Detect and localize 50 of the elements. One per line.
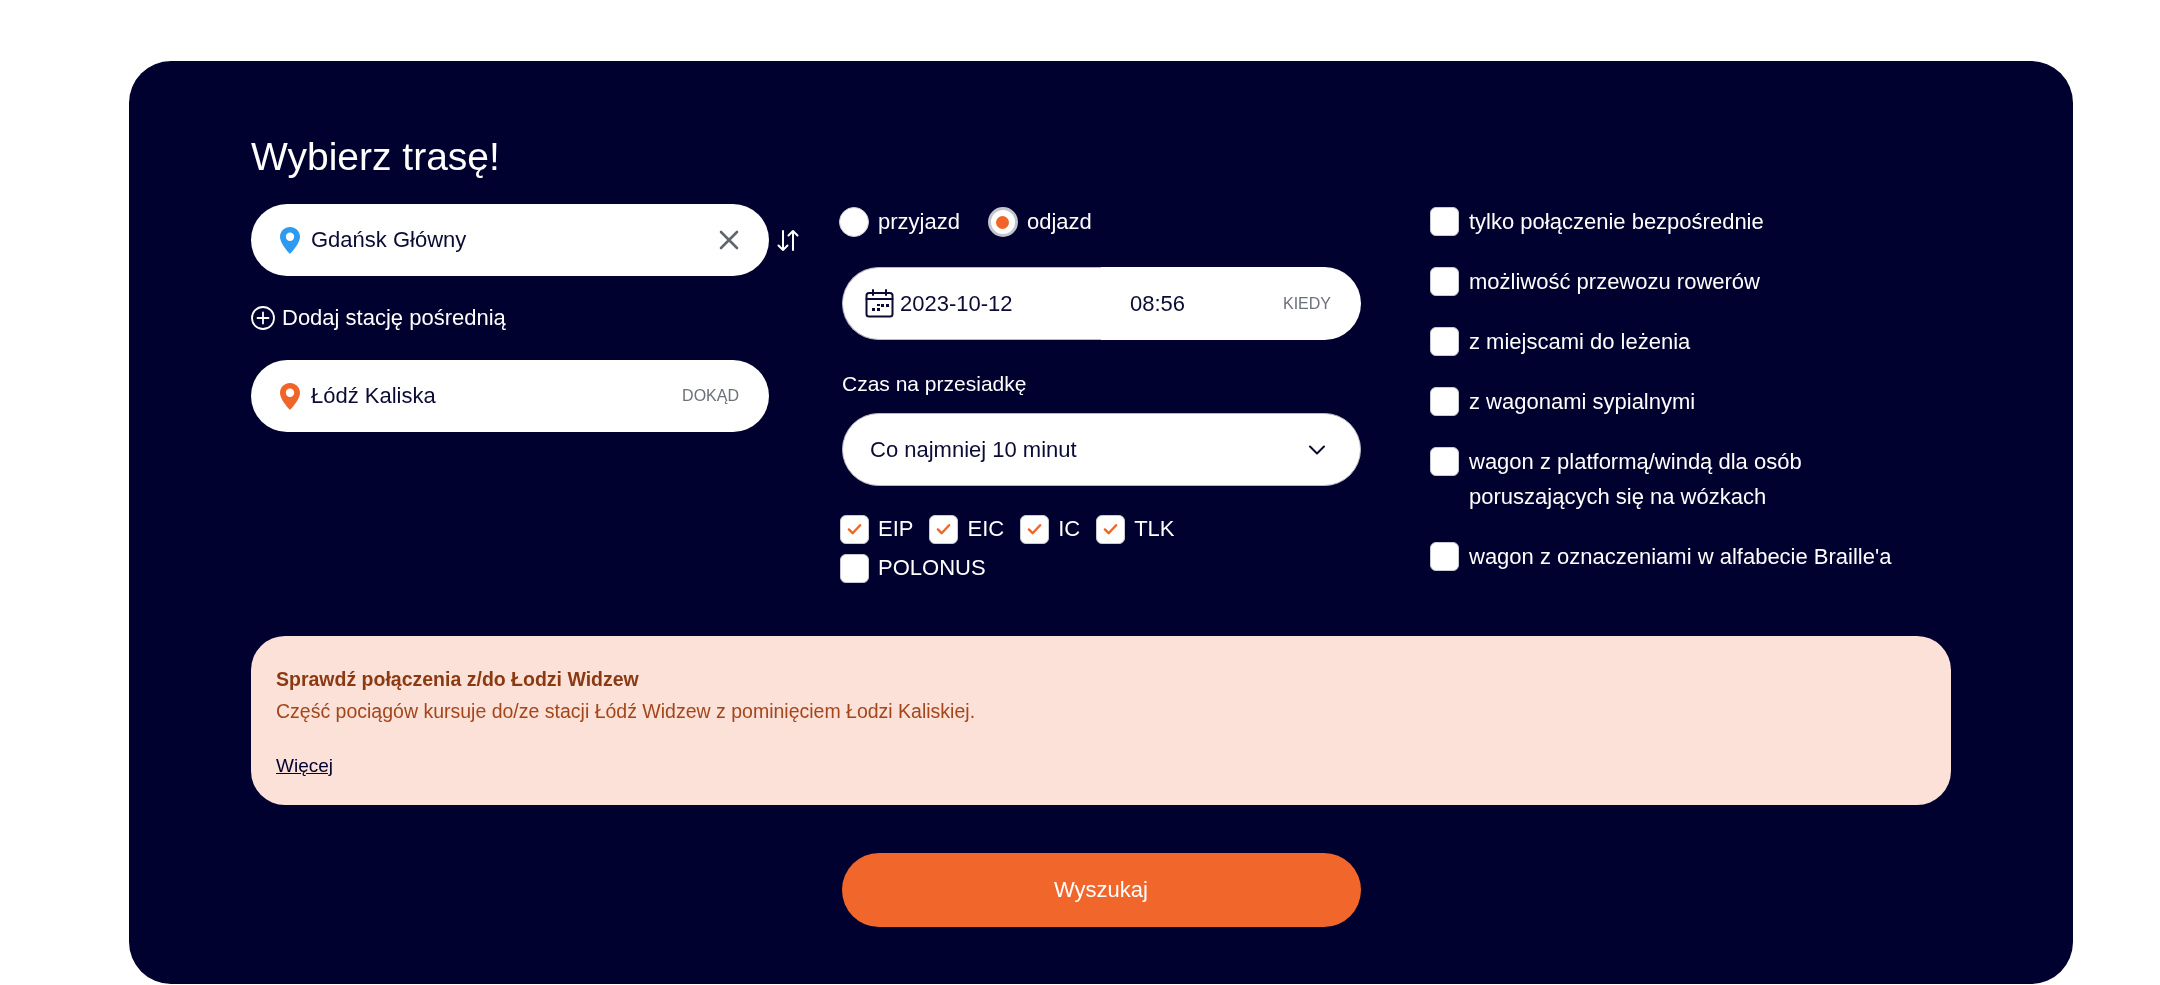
to-station-field[interactable]: Łódź Kaliska DOKĄD xyxy=(251,360,769,432)
checkbox-label: wagon z oznaczeniami w alfabecie Braille'a xyxy=(1469,543,1892,571)
location-pin-icon xyxy=(280,382,300,410)
close-icon[interactable] xyxy=(719,230,739,250)
swap-arrows-icon[interactable] xyxy=(776,227,800,253)
field-label: DOKĄD xyxy=(682,387,739,405)
notice-text: Część pociągów kursuje do/ze stacji Łódź Widzew z pominięciem Łodzi Kaliskiej. xyxy=(276,699,976,724)
checkbox[interactable] xyxy=(929,514,959,544)
checkbox-label: EIP xyxy=(878,516,914,542)
chevron-down-icon xyxy=(1309,444,1325,455)
checkbox[interactable] xyxy=(840,514,869,544)
checkbox-label: tylko połączenie bezpośrednie xyxy=(1469,208,1764,236)
checkbox-label: POLONUS xyxy=(878,555,986,581)
more-link[interactable]: Więcej xyxy=(276,753,333,779)
checkbox[interactable] xyxy=(1020,514,1050,544)
checkbox-label: możliwość przewozu rowerów xyxy=(1469,268,1760,296)
add-stop-button[interactable]: Dodaj stację pośrednią xyxy=(251,303,506,333)
from-station-field[interactable]: Gdańsk Główny xyxy=(251,204,769,276)
radio-button[interactable] xyxy=(839,207,869,237)
page-title: Wybierz trasę! xyxy=(251,134,500,180)
checkbox-label: EIC xyxy=(967,516,1005,542)
checkmark-icon xyxy=(847,523,862,535)
checkbox-label: IC xyxy=(1058,516,1081,542)
date-field[interactable]: 2023-10-12 xyxy=(842,267,1101,340)
radio-label: odjazd xyxy=(1026,209,1092,235)
checkbox-label: z wagonami sypialnymi xyxy=(1469,388,1696,416)
radio-button[interactable] xyxy=(987,207,1018,237)
radio-label: przyjazd xyxy=(878,209,960,235)
time-field[interactable]: 08:56 KIEDY xyxy=(1101,267,1361,340)
checkbox[interactable] xyxy=(1430,387,1459,416)
transfer-time-select[interactable]: Co najmniej 10 minut xyxy=(842,413,1361,486)
plus-circle-icon xyxy=(251,306,275,330)
checkmark-icon xyxy=(936,523,952,535)
field-label: KIEDY xyxy=(1283,294,1331,313)
checkmark-icon xyxy=(1027,523,1043,535)
checkbox[interactable] xyxy=(1430,207,1459,236)
checkbox[interactable] xyxy=(840,553,869,583)
checkbox[interactable] xyxy=(1096,514,1126,544)
checkbox[interactable] xyxy=(1430,447,1459,476)
notice-title: Sprawdź połączenia z/do Łodzi Widzew xyxy=(276,667,639,692)
checkbox-label: z miejscami do leżenia xyxy=(1469,328,1691,356)
checkbox[interactable] xyxy=(1430,327,1459,356)
transfer-time-label: Czas na przesiadkę xyxy=(842,371,1027,397)
checkbox[interactable] xyxy=(1430,542,1459,571)
checkbox-label: TLK xyxy=(1134,516,1175,542)
calendar-icon xyxy=(865,289,894,318)
checkmark-icon xyxy=(1103,523,1119,535)
checkbox[interactable] xyxy=(1430,267,1459,296)
checkbox-label: wagon z platformą/windą dla osób poruszających się na wózkach xyxy=(1469,448,1803,511)
location-pin-icon xyxy=(280,226,300,254)
